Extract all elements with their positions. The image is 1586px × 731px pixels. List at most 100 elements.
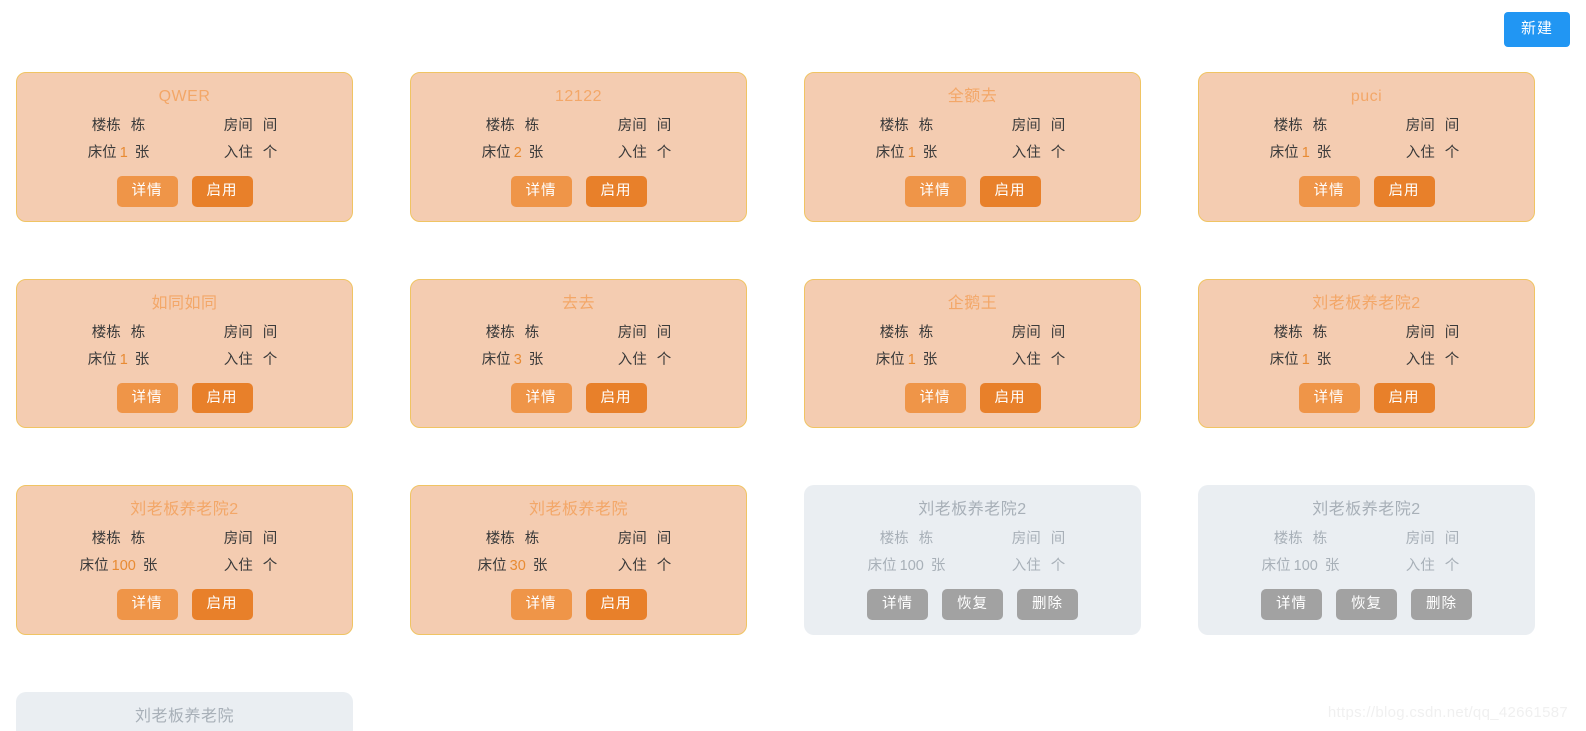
stat-room: 房间 间 <box>579 529 711 549</box>
detail-button[interactable]: 详情 <box>116 176 178 207</box>
stat-building: 楼栋 栋 <box>447 116 579 136</box>
detail-button[interactable]: 详情 <box>904 382 966 414</box>
facility-card[interactable]: 12122 楼栋 栋房间 间床位 2 张入住 个详情 启用 <box>410 72 747 222</box>
stat-bed: 床位 1 张 <box>53 350 185 370</box>
enable-button[interactable]: 启用 <box>191 589 253 621</box>
enable-button[interactable]: 启用 <box>191 176 253 207</box>
enable-button[interactable]: 启用 <box>1373 382 1435 414</box>
stat-building-unit: 栋 <box>1312 531 1328 548</box>
facility-card[interactable]: 刘老板养老院 楼栋 栋房间 间床位 30 张入住 个详情 启用 <box>410 485 747 636</box>
facility-card[interactable]: 刘老板养老院2 楼栋 栋房间 间床位 100 张入住 个详情 恢复 删除 <box>804 485 1141 636</box>
facility-card[interactable]: 刘老板养老院2 楼栋 栋房间 间床位 100 张入住 个详情 恢复 删除 <box>1198 485 1535 636</box>
detail-button[interactable]: 详情 <box>510 589 572 621</box>
detail-button[interactable]: 详情 <box>867 589 928 621</box>
stat-room-value <box>1041 118 1047 134</box>
enable-button[interactable]: 启用 <box>1373 176 1435 207</box>
delete-button[interactable]: 删除 <box>1017 589 1078 621</box>
stat-room-label: 房间 <box>617 324 647 341</box>
stat-bed-label: 床位 <box>867 558 897 575</box>
card-actions: 详情 恢复 删除 <box>1209 589 1524 621</box>
restore-button[interactable]: 恢复 <box>942 589 1003 621</box>
create-button[interactable]: 新建 <box>1503 12 1570 47</box>
card-actions: 详情 启用 <box>27 589 342 621</box>
facility-card[interactable]: 刘老板养老院楼栋 栋房间 间床位 张入住 个详情恢复删除 <box>16 692 353 731</box>
stat-row-bed-occupancy: 床位 1 张入住 个 <box>815 350 1130 370</box>
enable-button[interactable]: 启用 <box>585 589 647 621</box>
card-title: 12122 <box>555 88 602 105</box>
facility-card[interactable]: 企鹅王 楼栋 栋房间 间床位 1 张入住 个详情 启用 <box>804 278 1141 429</box>
card-title: 刘老板养老院2 <box>918 501 1027 519</box>
card-actions: 详情 启用 <box>27 382 342 414</box>
stat-row-building-room: 楼栋 栋房间 间 <box>27 529 342 549</box>
page-root: 新建 QWER 楼栋 栋房间 间床位 1 张入住 个详情 启用 12122 楼栋 栋房间 … <box>0 0 1586 731</box>
stat-room-unit: 间 <box>1444 324 1460 341</box>
stat-occupancy-label: 入住 <box>1011 558 1041 575</box>
stat-occupancy: 入住 个 <box>579 350 711 370</box>
stat-row-bed-occupancy: 床位 1 张入住 个 <box>27 143 342 163</box>
stat-occupancy-unit: 个 <box>1050 558 1066 575</box>
detail-button[interactable]: 详情 <box>510 382 572 414</box>
stat-building-unit: 栋 <box>524 531 540 548</box>
facility-card[interactable]: 刘老板养老院2 楼栋 栋房间 间床位 100 张入住 个详情 启用 <box>16 485 353 636</box>
delete-button[interactable]: 删除 <box>1411 589 1472 621</box>
enable-button[interactable]: 启用 <box>585 176 647 207</box>
facility-card[interactable]: puci 楼栋 栋房间 间床位 1 张入住 个详情 启用 <box>1198 72 1535 222</box>
stat-room-label: 房间 <box>223 531 253 548</box>
restore-button[interactable]: 恢复 <box>1336 589 1397 621</box>
stat-bed: 床位 100 张 <box>53 556 185 576</box>
stat-room: 房间 间 <box>1367 323 1499 343</box>
stat-bed-unit: 张 <box>922 145 938 161</box>
facility-card[interactable]: 去去 楼栋 栋房间 间床位 3 张入住 个详情 启用 <box>410 278 747 429</box>
stat-occupancy: 入住 个 <box>973 143 1105 163</box>
stat-room: 房间 间 <box>973 323 1105 343</box>
stat-bed-unit: 张 <box>1316 351 1332 368</box>
card-stats: 楼栋 栋房间 间床位 2 张入住 个 <box>421 116 736 163</box>
stat-building-label: 楼栋 <box>1273 324 1303 341</box>
stat-occupancy: 入住 个 <box>579 143 711 163</box>
card-actions: 详情 启用 <box>815 176 1130 207</box>
stat-occupancy: 入住 个 <box>973 350 1105 370</box>
stat-room-unit: 间 <box>1444 118 1460 134</box>
stat-building-unit: 栋 <box>130 531 146 548</box>
enable-button[interactable]: 启用 <box>979 382 1041 414</box>
stat-room-label: 房间 <box>1405 118 1435 134</box>
stat-bed: 床位 1 张 <box>841 350 973 370</box>
stat-bed-label: 床位 <box>79 558 109 575</box>
detail-button[interactable]: 详情 <box>1261 589 1322 621</box>
detail-button[interactable]: 详情 <box>904 176 966 207</box>
stat-bed-unit: 张 <box>532 558 548 575</box>
facility-card[interactable]: 刘老板养老院2 楼栋 栋房间 间床位 1 张入住 个详情 启用 <box>1198 278 1535 429</box>
facility-card[interactable]: 全额去 楼栋 栋房间 间床位 1 张入住 个详情 启用 <box>804 72 1141 222</box>
stat-bed: 床位 1 张 <box>53 143 185 163</box>
stat-room: 房间 间 <box>973 116 1105 136</box>
detail-button[interactable]: 详情 <box>1298 176 1360 207</box>
stat-bed: 床位 1 张 <box>841 143 973 163</box>
stat-occupancy-label: 入住 <box>617 145 647 161</box>
card-title: 刘老板养老院2 <box>1312 501 1421 519</box>
detail-button[interactable]: 详情 <box>510 176 572 207</box>
stat-occupancy-unit: 个 <box>262 558 278 575</box>
stat-occupancy-label: 入住 <box>1405 558 1435 575</box>
stat-building-label: 楼栋 <box>91 531 121 548</box>
stat-room-value <box>1041 531 1047 547</box>
facility-card[interactable]: 如同如同 楼栋 栋房间 间床位 1 张入住 个详情 启用 <box>16 278 353 429</box>
enable-button[interactable]: 启用 <box>585 382 647 414</box>
detail-button[interactable]: 详情 <box>1298 382 1360 414</box>
stat-room-label: 房间 <box>1011 324 1041 341</box>
stat-bed: 床位 100 张 <box>1235 556 1367 576</box>
stat-room-label: 房间 <box>617 531 647 548</box>
stat-row-bed-occupancy: 床位 1 张入住 个 <box>815 143 1130 163</box>
stat-occupancy-value <box>253 558 259 574</box>
detail-button[interactable]: 详情 <box>116 382 178 414</box>
facility-card[interactable]: QWER 楼栋 栋房间 间床位 1 张入住 个详情 启用 <box>16 72 353 222</box>
detail-button[interactable]: 详情 <box>116 589 178 621</box>
stat-occupancy-unit: 个 <box>1444 558 1460 575</box>
enable-button[interactable]: 启用 <box>979 176 1041 207</box>
enable-button[interactable]: 启用 <box>191 382 253 414</box>
stat-bed-value: 100 <box>1293 558 1318 575</box>
stat-room-value <box>1435 531 1441 547</box>
stat-room-unit: 间 <box>262 118 278 134</box>
stat-occupancy-value <box>253 352 259 368</box>
card-title: puci <box>1350 88 1383 105</box>
stat-room: 房间 间 <box>579 116 711 136</box>
